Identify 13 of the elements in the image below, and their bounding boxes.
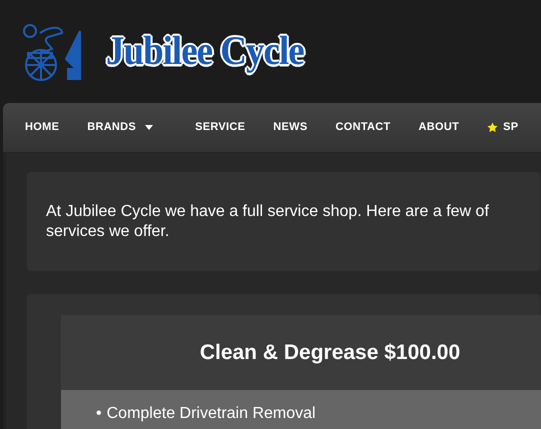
caret-icon xyxy=(145,125,154,130)
bullet-mark: • xyxy=(96,404,102,424)
nav-link[interactable]: SERVICE xyxy=(181,119,260,136)
nav-link[interactable]: CONTACT xyxy=(321,119,405,136)
nav-link[interactable]: ABOUT xyxy=(404,119,474,136)
nav-link[interactable]: SP xyxy=(473,119,532,136)
service-title: Clean & Degrease $100.00 xyxy=(200,340,460,366)
nav-link[interactable]: BRANDS xyxy=(73,119,168,136)
intro-paragraph: At Jubilee Cycle we have a full service shop. Here are a few of services we offer. xyxy=(46,202,489,242)
nav-link[interactable]: NEWS xyxy=(259,119,322,136)
service-item: Complete Drivetrain Removal xyxy=(106,404,316,424)
star-icon xyxy=(487,122,498,133)
nav-link[interactable]: HOME xyxy=(11,119,74,136)
